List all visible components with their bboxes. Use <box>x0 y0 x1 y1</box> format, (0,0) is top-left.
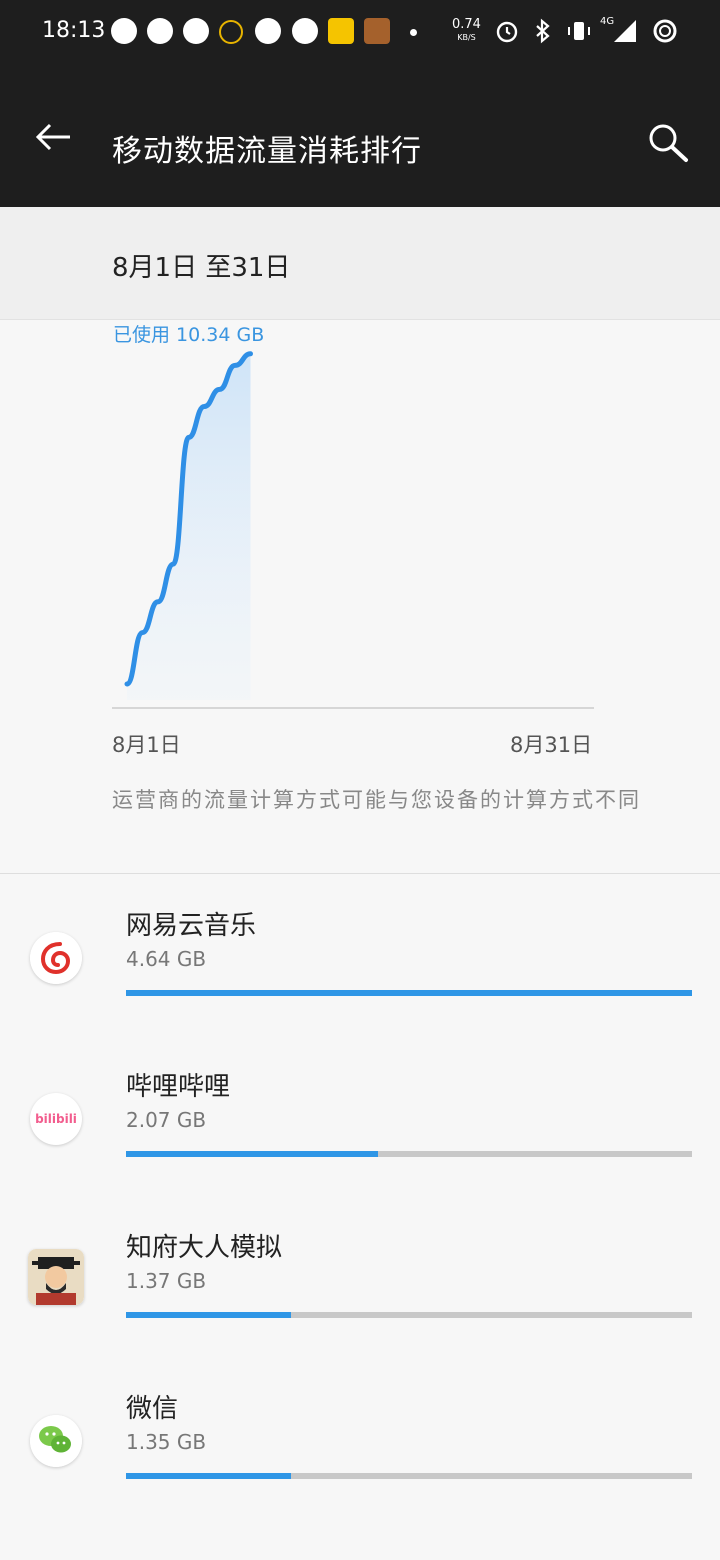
bird-notification-icon <box>183 18 209 44</box>
more-notifications-dot <box>410 29 417 36</box>
app-name: 哔哩哔哩 <box>126 1072 231 1102</box>
usage-bar-fill <box>126 1312 292 1318</box>
vibrate-icon <box>568 22 590 40</box>
smile-notification-icon <box>292 18 318 44</box>
usage-bar <box>126 1151 692 1157</box>
bilibili-icon: bilibili <box>30 1093 82 1145</box>
zhifu-game-icon <box>28 1249 84 1305</box>
bird-notification-icon-2 <box>255 18 281 44</box>
app-bar: 移动数据流量消耗排行 <box>0 64 720 207</box>
bilibili-logo-text: bilibili <box>35 1112 77 1126</box>
app-name: 知府大人模拟 <box>126 1233 283 1263</box>
battery-icon <box>653 19 677 43</box>
section-divider <box>0 873 720 874</box>
network-speed-unit: KB/S <box>457 33 476 42</box>
usage-bar-fill <box>126 1151 379 1157</box>
game-notification-icon <box>364 18 390 44</box>
back-arrow-icon[interactable] <box>34 122 72 152</box>
app-usage-row-netease[interactable]: 网易云音乐 4.64 GB <box>0 875 720 1036</box>
cellular-signal-icon <box>614 20 636 42</box>
app-notification-icon <box>328 18 354 44</box>
app-name: 网易云音乐 <box>126 911 257 941</box>
status-time: 18:13 <box>42 18 106 43</box>
app-usage-value: 2.07 GB <box>126 1108 207 1132</box>
app-usage-row-zhifu[interactable]: 知府大人模拟 1.37 GB <box>0 1197 720 1358</box>
app-usage-value: 1.35 GB <box>126 1430 207 1454</box>
network-speed-value: 0.74 <box>452 17 481 32</box>
alarm-icon <box>496 21 518 43</box>
carrier-disclaimer: 运营商的流量计算方式可能与您设备的计算方式不同 <box>112 788 641 812</box>
app-usage-value: 1.37 GB <box>126 1269 207 1293</box>
usage-bar <box>126 1473 692 1479</box>
search-icon[interactable] <box>646 122 690 166</box>
app-name: 微信 <box>126 1394 179 1424</box>
wechat-icon <box>30 1415 82 1467</box>
netease-music-icon <box>30 932 82 984</box>
network-speed: 0.74 KB/S <box>452 18 481 44</box>
bluetooth-icon <box>536 18 550 44</box>
usage-area <box>127 353 251 700</box>
billing-period-label: 8月1日 至31日 <box>112 253 291 283</box>
usage-bar-fill <box>126 990 692 996</box>
chart-x-end-label: 8月31日 <box>510 733 593 757</box>
page-title: 移动数据流量消耗排行 <box>112 134 422 169</box>
usage-bar-fill <box>126 1473 291 1479</box>
usage-chart <box>112 351 594 709</box>
message-notification-icon <box>147 18 173 44</box>
ring-notification-icon <box>219 20 243 44</box>
usage-bar <box>126 1312 692 1318</box>
chart-x-start-label: 8月1日 <box>112 733 181 757</box>
app-usage-row-bilibili[interactable]: bilibili 哔哩哔哩 2.07 GB <box>0 1036 720 1197</box>
billing-period-selector[interactable]: 8月1日 至31日 <box>0 207 720 320</box>
netease-notification-icon <box>111 18 137 44</box>
usage-bar <box>126 990 692 996</box>
app-usage-row-wechat[interactable]: 微信 1.35 GB <box>0 1358 720 1519</box>
app-usage-value: 4.64 GB <box>126 947 207 971</box>
status-bar: 18:13 0.74 KB/S 4G <box>0 0 720 64</box>
